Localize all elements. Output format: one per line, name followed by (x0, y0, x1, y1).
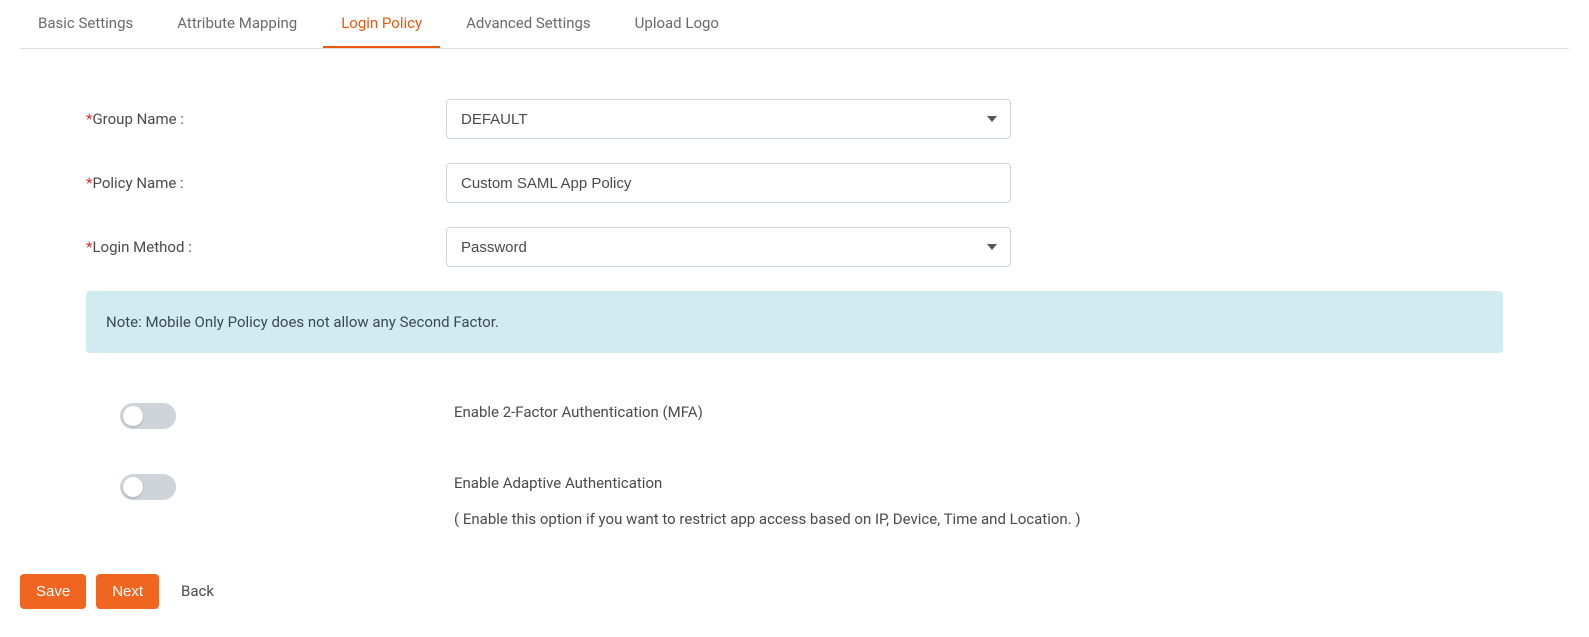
row-login-method: *Login Method : Password (86, 227, 1503, 267)
label-mfa: Enable 2-Factor Authentication (MFA) (454, 403, 1503, 421)
tab-upload-logo[interactable]: Upload Logo (617, 0, 737, 48)
toggle-mfa[interactable] (120, 403, 176, 429)
label-group-name: Group Name : (92, 110, 183, 128)
row-toggle-adaptive: Enable Adaptive Authentication ( Enable … (86, 474, 1503, 528)
policy-name-input[interactable] (446, 163, 1011, 203)
next-button[interactable]: Next (96, 574, 159, 609)
note-box: Note: Mobile Only Policy does not allow … (86, 291, 1503, 353)
group-name-select[interactable]: DEFAULT (446, 99, 1011, 139)
label-policy-name: Policy Name : (92, 174, 183, 192)
label-login-method: Login Method : (92, 238, 191, 256)
save-button[interactable]: Save (20, 574, 86, 609)
toggle-adaptive[interactable] (120, 474, 176, 500)
tab-advanced-settings[interactable]: Advanced Settings (448, 0, 609, 48)
toggle-knob (123, 406, 143, 426)
tab-bar: Basic Settings Attribute Mapping Login P… (20, 0, 1569, 49)
back-link[interactable]: Back (169, 573, 226, 609)
group-name-select-wrap: DEFAULT (446, 99, 1011, 139)
login-method-select-wrap: Password (446, 227, 1011, 267)
button-row: Save Next Back (20, 573, 1569, 609)
login-method-select[interactable]: Password (446, 227, 1011, 267)
label-adaptive: Enable Adaptive Authentication (454, 474, 1503, 492)
tab-attribute-mapping[interactable]: Attribute Mapping (159, 0, 315, 48)
row-policy-name: *Policy Name : (86, 163, 1503, 203)
desc-adaptive: ( Enable this option if you want to rest… (454, 510, 1503, 528)
tab-basic-settings[interactable]: Basic Settings (20, 0, 151, 48)
toggle-knob (123, 477, 143, 497)
row-group-name: *Group Name : DEFAULT (86, 99, 1503, 139)
row-toggle-mfa: Enable 2-Factor Authentication (MFA) (86, 403, 1503, 429)
tab-login-policy[interactable]: Login Policy (323, 0, 440, 48)
